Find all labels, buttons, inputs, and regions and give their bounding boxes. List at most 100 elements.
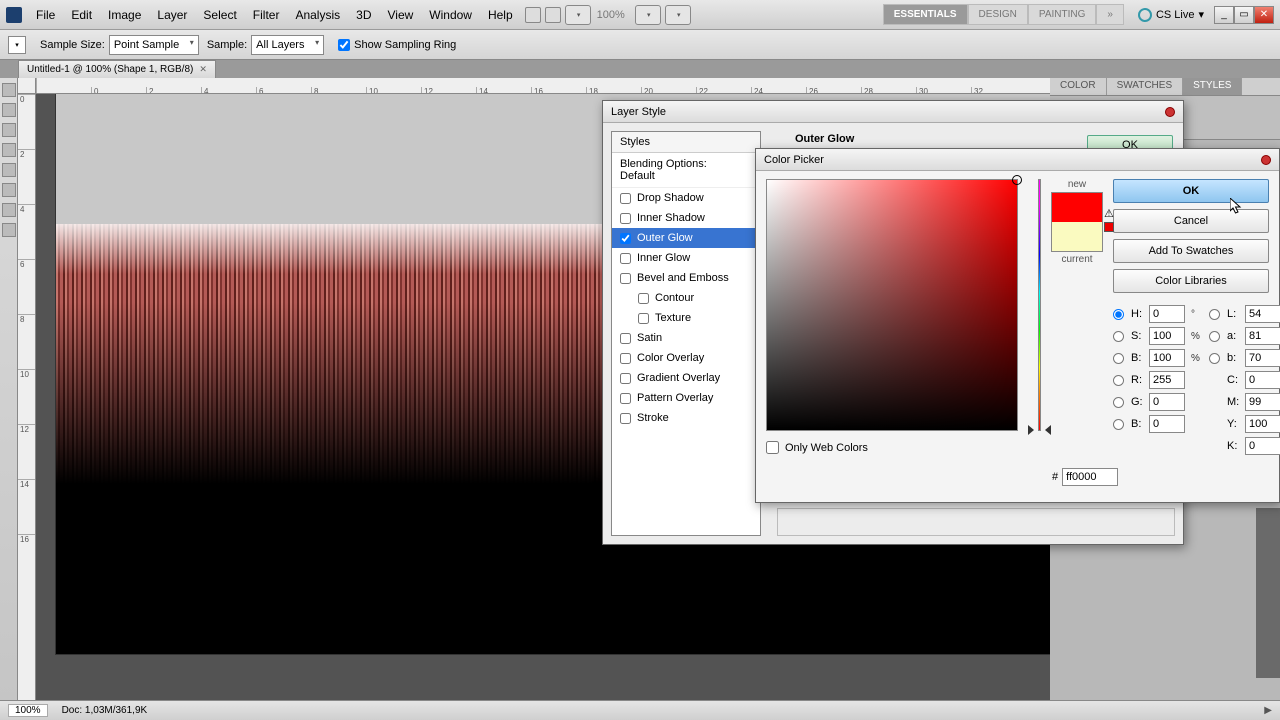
menu-window[interactable]: Window — [421, 3, 480, 27]
close-tab-icon[interactable]: ✕ — [199, 64, 207, 75]
radio-r[interactable] — [1113, 375, 1124, 386]
tool-icon[interactable] — [2, 123, 16, 137]
only-web-colors-input[interactable] — [766, 441, 779, 454]
input-h[interactable] — [1149, 305, 1185, 323]
input-lab-b[interactable] — [1245, 349, 1280, 367]
tool-icon[interactable] — [2, 223, 16, 237]
style-color-overlay[interactable]: Color Overlay — [612, 348, 760, 368]
input-a[interactable] — [1245, 327, 1280, 345]
tool-preset-icon[interactable]: ▾ — [8, 36, 26, 54]
input-c[interactable] — [1245, 371, 1280, 389]
only-web-colors-check[interactable]: Only Web Colors — [766, 441, 1028, 454]
sample-layers-select[interactable]: All Layers — [251, 35, 324, 55]
view-extras-dropdown[interactable] — [565, 5, 591, 25]
menu-view[interactable]: View — [379, 3, 421, 27]
style-stroke[interactable]: Stroke — [612, 408, 760, 428]
close-button[interactable]: ✕ — [1254, 6, 1274, 24]
style-bevel-emboss[interactable]: Bevel and Emboss — [612, 268, 760, 288]
menu-layer[interactable]: Layer — [149, 3, 195, 27]
hue-slider-thumb-icon[interactable] — [1034, 429, 1045, 431]
input-r[interactable] — [1149, 371, 1185, 389]
layer-style-titlebar[interactable]: Layer Style — [603, 101, 1183, 123]
style-outer-glow[interactable]: Outer Glow — [612, 228, 760, 248]
ruler-origin[interactable] — [18, 78, 36, 94]
tool-icon[interactable] — [2, 183, 16, 197]
panel-scrollbar[interactable] — [1256, 508, 1280, 678]
launch-bridge-icon[interactable] — [525, 7, 541, 23]
cs-live-button[interactable]: CS Live ▾ — [1138, 8, 1204, 22]
websafe-warning-icon[interactable] — [1104, 222, 1114, 232]
menu-analysis[interactable]: Analysis — [287, 3, 348, 27]
tool-icon[interactable] — [2, 103, 16, 117]
input-s[interactable] — [1149, 327, 1185, 345]
radio-s[interactable] — [1113, 331, 1124, 342]
status-zoom[interactable]: 100% — [8, 704, 48, 717]
sample-size-select[interactable]: Point Sample — [109, 35, 199, 55]
tool-icon[interactable] — [2, 163, 16, 177]
document-tab[interactable]: Untitled-1 @ 100% (Shape 1, RGB/8) ✕ — [18, 60, 216, 78]
input-y[interactable] — [1245, 415, 1280, 433]
launch-mbridge-icon[interactable] — [545, 7, 561, 23]
radio-lb[interactable] — [1209, 353, 1220, 364]
minimize-button[interactable]: _ — [1214, 6, 1234, 24]
current-color-swatch[interactable] — [1052, 222, 1102, 251]
show-sampling-ring-check[interactable]: Show Sampling Ring — [338, 39, 456, 51]
style-inner-glow[interactable]: Inner Glow — [612, 248, 760, 268]
color-libraries-button[interactable]: Color Libraries — [1113, 269, 1269, 293]
radio-b[interactable] — [1113, 353, 1124, 364]
maximize-button[interactable]: ▭ — [1234, 6, 1254, 24]
color-picker-ok-button[interactable]: OK — [1113, 179, 1269, 203]
screen-mode-dropdown[interactable] — [665, 5, 691, 25]
tool-icon[interactable] — [2, 83, 16, 97]
menu-filter[interactable]: Filter — [245, 3, 288, 27]
ruler-horizontal[interactable]: 0246810121416182022242628303234 — [36, 78, 1050, 94]
input-l[interactable] — [1245, 305, 1280, 323]
input-m[interactable] — [1245, 393, 1280, 411]
workspace-painting[interactable]: PAINTING — [1028, 4, 1096, 25]
tab-styles[interactable]: STYLES — [1183, 78, 1242, 95]
menu-3d[interactable]: 3D — [348, 3, 379, 27]
menu-image[interactable]: Image — [100, 3, 149, 27]
styles-header[interactable]: Styles — [612, 132, 760, 153]
workspace-essentials[interactable]: ESSENTIALS — [883, 4, 968, 25]
input-k[interactable] — [1245, 437, 1280, 455]
tab-swatches[interactable]: SWATCHES — [1107, 78, 1184, 95]
menu-file[interactable]: File — [28, 3, 63, 27]
input-g[interactable] — [1149, 393, 1185, 411]
show-sampling-ring-input[interactable] — [338, 39, 350, 51]
radio-a[interactable] — [1209, 331, 1220, 342]
ruler-vertical[interactable]: 0246810121416 — [18, 94, 36, 700]
workspace-design[interactable]: DESIGN — [968, 4, 1028, 25]
menu-edit[interactable]: Edit — [63, 3, 100, 27]
style-gradient-overlay[interactable]: Gradient Overlay — [612, 368, 760, 388]
layer-style-close-icon[interactable] — [1165, 107, 1175, 117]
menu-select[interactable]: Select — [195, 3, 244, 27]
input-bright[interactable] — [1149, 349, 1185, 367]
input-hex[interactable] — [1062, 468, 1118, 486]
style-satin[interactable]: Satin — [612, 328, 760, 348]
style-pattern-overlay[interactable]: Pattern Overlay — [612, 388, 760, 408]
arrange-docs-dropdown[interactable] — [635, 5, 661, 25]
style-texture[interactable]: Texture — [612, 308, 760, 328]
add-to-swatches-button[interactable]: Add To Swatches — [1113, 239, 1269, 263]
input-blue[interactable] — [1149, 415, 1185, 433]
color-picker-close-icon[interactable] — [1261, 155, 1271, 165]
style-inner-shadow[interactable]: Inner Shadow — [612, 208, 760, 228]
radio-g[interactable] — [1113, 397, 1124, 408]
radio-blue[interactable] — [1113, 419, 1124, 430]
tool-icon[interactable] — [2, 203, 16, 217]
menu-help[interactable]: Help — [480, 3, 521, 27]
tab-color[interactable]: COLOR — [1050, 78, 1107, 95]
blending-options-row[interactable]: Blending Options: Default — [612, 153, 760, 188]
status-menu-icon[interactable]: ▶ — [1264, 705, 1272, 716]
gamut-warning-icon[interactable]: ⚠ — [1104, 207, 1114, 220]
tool-icon[interactable] — [2, 143, 16, 157]
new-color-swatch[interactable] — [1052, 193, 1102, 222]
style-drop-shadow[interactable]: Drop Shadow — [612, 188, 760, 208]
color-field[interactable] — [766, 179, 1018, 431]
style-contour[interactable]: Contour — [612, 288, 760, 308]
hue-slider[interactable] — [1038, 179, 1041, 431]
color-picker-cancel-button[interactable]: Cancel — [1113, 209, 1269, 233]
color-picker-titlebar[interactable]: Color Picker — [756, 149, 1279, 171]
workspace-more-icon[interactable]: » — [1096, 4, 1124, 25]
